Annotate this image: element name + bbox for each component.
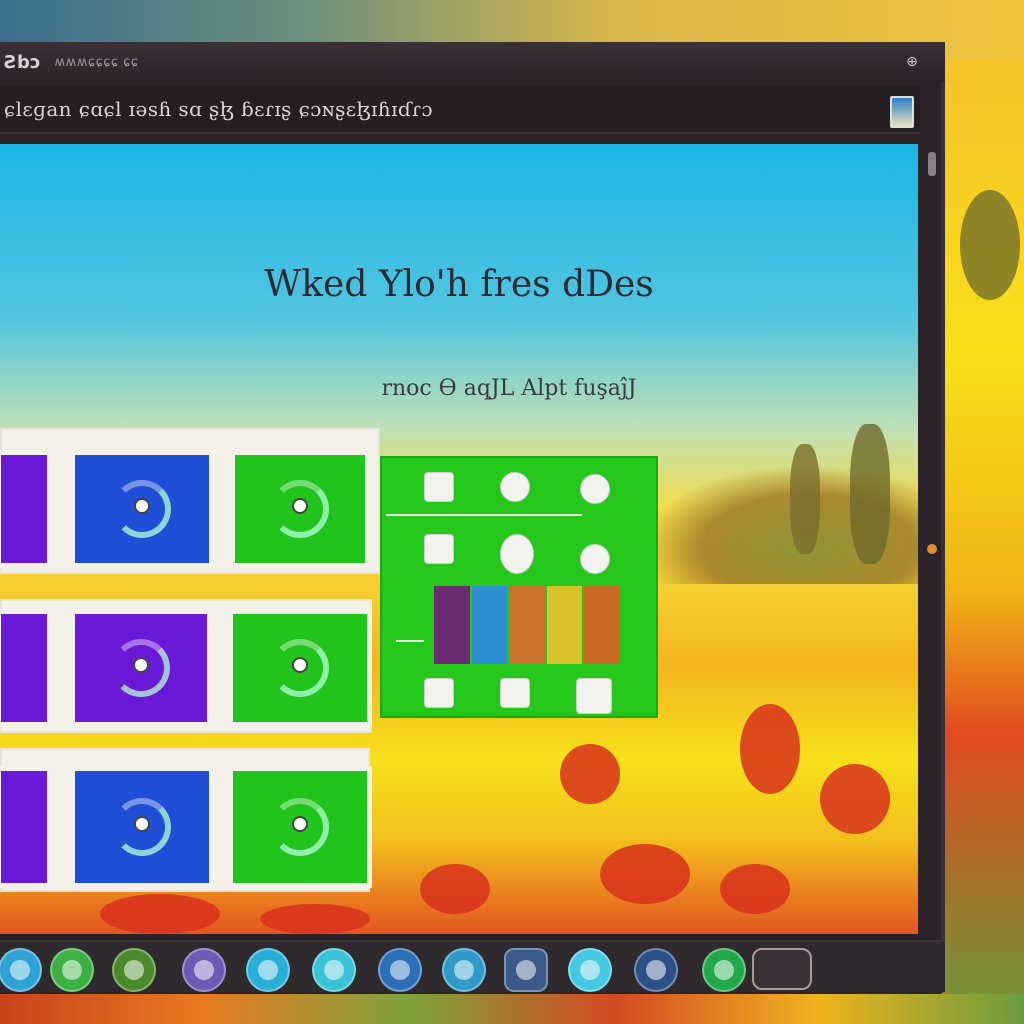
gallery-thumbnail[interactable] bbox=[580, 474, 610, 504]
gallery-thumbnail[interactable] bbox=[580, 544, 610, 574]
photo-thumbnail[interactable] bbox=[584, 586, 620, 664]
purple-tile[interactable] bbox=[0, 766, 52, 888]
photo-thumbnail[interactable] bbox=[434, 586, 470, 664]
window-menu-icon[interactable]: ⊕ bbox=[899, 54, 925, 72]
page-viewport: Wked Ylo'h fres dDes rnoc Ɵ aqJL Alpt fu… bbox=[0, 144, 918, 934]
app-title: Ƨbɔ bbox=[4, 51, 41, 73]
scroll-indicator-dot bbox=[927, 544, 937, 554]
tray-icon[interactable] bbox=[752, 948, 812, 990]
gallery-thumbnail[interactable] bbox=[500, 678, 530, 708]
app-glyph-dot bbox=[136, 818, 148, 831]
green-app-icon[interactable] bbox=[702, 948, 746, 992]
green-tile[interactable] bbox=[228, 609, 372, 727]
purple-app-icon[interactable] bbox=[182, 948, 226, 992]
green-app-icon[interactable] bbox=[112, 948, 156, 992]
scrollbar[interactable] bbox=[922, 142, 940, 942]
purple-tile[interactable] bbox=[0, 450, 52, 568]
flower-decoration bbox=[260, 904, 370, 934]
purple-tile[interactable] bbox=[0, 609, 52, 727]
green-tile[interactable] bbox=[230, 450, 370, 568]
gallery-thumbnail[interactable] bbox=[424, 678, 454, 708]
gallery-thumbnail[interactable] bbox=[500, 472, 530, 502]
finder-icon[interactable] bbox=[504, 948, 548, 992]
app-subtitle: ʍʍʍɕɕɕɕ ɕɕ bbox=[54, 54, 139, 70]
gallery-thumbnail[interactable] bbox=[424, 534, 454, 564]
photo-thumbnail[interactable] bbox=[546, 586, 583, 664]
blue-tile[interactable] bbox=[70, 766, 214, 888]
photo-thumbnail[interactable] bbox=[509, 586, 545, 664]
flower-decoration bbox=[820, 764, 890, 834]
photos-icon[interactable] bbox=[634, 948, 678, 992]
flower-decoration bbox=[740, 704, 800, 794]
landscape-tree bbox=[850, 424, 890, 564]
browser-window: Ƨbɔ ʍʍʍɕɕɕɕ ɕɕ ⊕ ɕlɛɡan ɕɑɕl ɪəsɦ sɑ ʂɮ … bbox=[0, 42, 945, 994]
cyan-app-icon[interactable] bbox=[312, 948, 356, 992]
flower-decoration bbox=[100, 894, 220, 934]
photo-strip[interactable] bbox=[434, 586, 620, 664]
taskbar-dock bbox=[0, 940, 945, 992]
background-tree bbox=[960, 190, 1020, 300]
tile-row bbox=[0, 599, 372, 733]
chrome-icon[interactable] bbox=[0, 948, 42, 992]
cyan-app-icon[interactable] bbox=[568, 948, 612, 992]
flower-decoration bbox=[600, 844, 690, 904]
address-bar[interactable]: ɕlɛɡan ɕɑɕl ɪəsɦ sɑ ʂɮ ɓɛɾɪʂ ɕɔɴʂɛɮɪɦɪɗɾ… bbox=[0, 86, 920, 134]
green-tile[interactable] bbox=[228, 766, 372, 888]
flower-decoration bbox=[420, 864, 490, 914]
gallery-thumbnail[interactable] bbox=[424, 472, 454, 502]
purple-tile[interactable] bbox=[70, 609, 212, 727]
green-app-icon[interactable] bbox=[50, 948, 94, 992]
gallery-divider bbox=[396, 640, 424, 642]
tile-row bbox=[0, 748, 372, 892]
gallery-panel[interactable] bbox=[380, 456, 658, 718]
gallery-divider bbox=[386, 514, 582, 516]
gallery-thumbnail[interactable] bbox=[576, 678, 612, 714]
address-text[interactable]: ɕlɛɡan ɕɑɕl ɪəsɦ sɑ ʂɮ ɓɛɾɪʂ ɕɔɴʂɛɮɪɦɪɗɾ… bbox=[4, 97, 433, 121]
background-flowers bbox=[0, 994, 1024, 1024]
scrollbar-thumb[interactable] bbox=[928, 152, 936, 176]
blue-app-icon[interactable] bbox=[378, 948, 422, 992]
blue-app-icon[interactable] bbox=[246, 948, 290, 992]
flower-decoration bbox=[720, 864, 790, 914]
tile-row bbox=[0, 428, 380, 574]
hero-subtitle: rnoc Ɵ aqJL Alpt fuşaĵJ bbox=[381, 376, 637, 401]
hero-title: Wked Ylo'h fres dDes bbox=[264, 264, 654, 305]
landscape-tree bbox=[790, 444, 820, 554]
blue-tile[interactable] bbox=[70, 450, 214, 568]
extension-button[interactable] bbox=[890, 96, 914, 128]
title-bar: Ƨbɔ ʍʍʍɕɕɕɕ ɕɕ ⊕ bbox=[0, 42, 945, 82]
photo-thumbnail[interactable] bbox=[471, 586, 508, 664]
gallery-thumbnail[interactable] bbox=[500, 534, 534, 574]
flower-decoration bbox=[560, 744, 620, 804]
globe-icon[interactable] bbox=[442, 948, 486, 992]
app-glyph-dot bbox=[294, 818, 306, 831]
